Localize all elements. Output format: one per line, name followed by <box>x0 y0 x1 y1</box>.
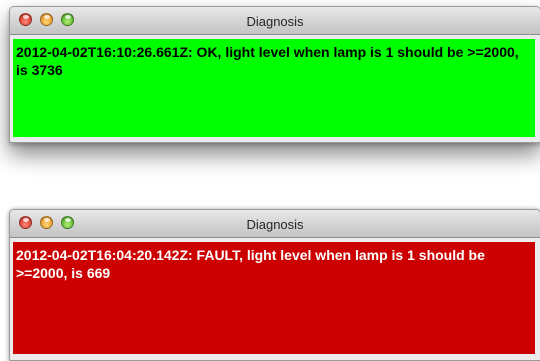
diagnosis-message: 2012-04-02T16:04:20.142Z: FAULT, light l… <box>13 242 535 354</box>
window-title: Diagnosis <box>246 217 304 232</box>
window-title: Diagnosis <box>246 14 304 29</box>
window-titlebar[interactable]: Diagnosis <box>10 210 540 238</box>
diagnosis-window-fault[interactable]: Diagnosis 2012-04-02T16:04:20.142Z: FAUL… <box>9 209 540 361</box>
diagnosis-window-ok[interactable]: Diagnosis 2012-04-02T16:10:26.661Z: OK, … <box>9 6 540 143</box>
diagnosis-message: 2012-04-02T16:10:26.661Z: OK, light leve… <box>13 39 535 137</box>
window-titlebar[interactable]: Diagnosis <box>10 7 540 35</box>
